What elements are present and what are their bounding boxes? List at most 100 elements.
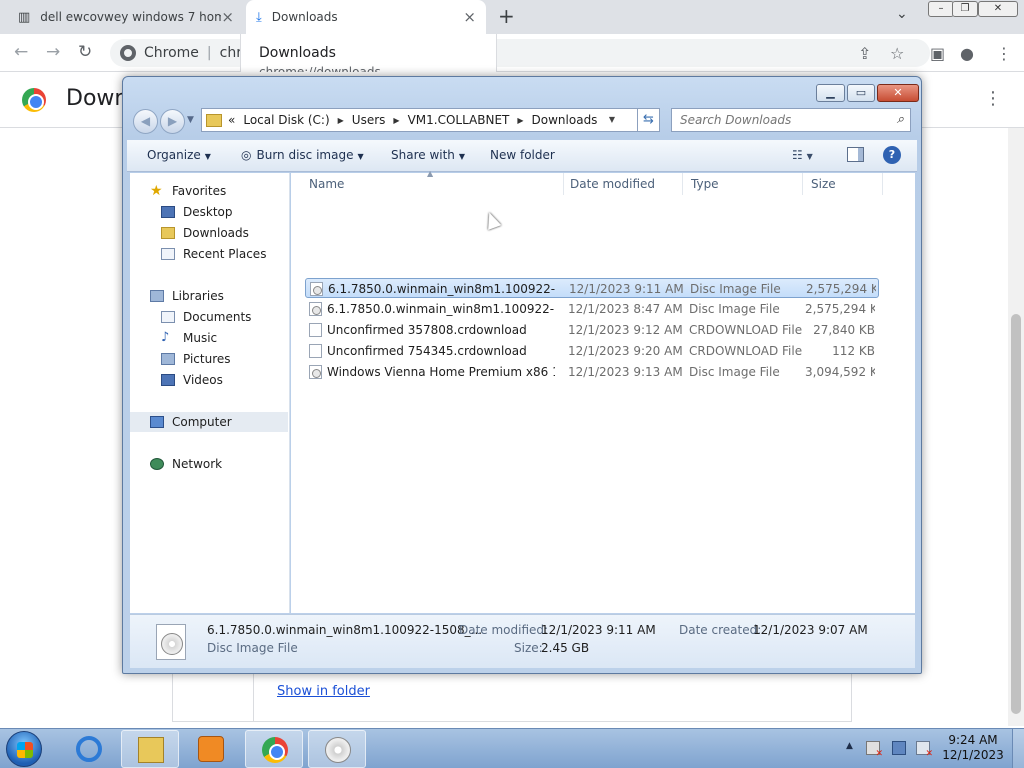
address-bar[interactable]: « Local Disk (C:) ▶ Users ▶ VM1.COLLABNE… [201, 108, 638, 132]
nav-label: Computer [172, 415, 232, 429]
suggestion-title: Downloads [259, 45, 336, 61]
file-row[interactable]: Unconfirmed 357808.crdownload 12/1/2023 … [305, 320, 879, 340]
file-row[interactable]: Unconfirmed 754345.crdownload 12/1/2023 … [305, 341, 879, 361]
restore-button[interactable]: ❐ [952, 1, 978, 17]
taskbar-media-player[interactable] [182, 730, 240, 768]
new-tab-button[interactable]: + [498, 4, 515, 28]
column-type[interactable]: Type [683, 173, 803, 195]
file-size: 27,840 KB [813, 323, 875, 337]
chevron-right-icon[interactable]: ▶ [393, 116, 399, 125]
nav-computer[interactable]: Computer [130, 412, 288, 432]
breadcrumb-downloads[interactable]: Downloads [532, 113, 598, 127]
side-panel-icon[interactable]: ▣ [930, 44, 945, 63]
file-size: 3,094,592 KB [805, 365, 875, 379]
chevron-right-icon[interactable]: ▶ [517, 116, 523, 125]
scrollbar-thumb[interactable] [1011, 314, 1021, 714]
details-size-label: Size: [514, 641, 543, 655]
back-arrow-icon[interactable]: ◀ [133, 109, 158, 134]
change-view-button[interactable]: ☷ ▼ [792, 148, 813, 162]
maximize-button[interactable]: ▭ [847, 84, 875, 102]
nav-downloads[interactable]: Downloads [130, 223, 288, 243]
nav-recent-places[interactable]: Recent Places [130, 244, 288, 264]
nav-videos[interactable]: Videos [130, 370, 288, 390]
close-button[interactable]: ✕ [877, 84, 919, 102]
share-icon[interactable]: ⇪ [858, 44, 871, 63]
file-size: 2,575,294 KB [805, 302, 875, 316]
forward-arrow-icon[interactable]: → [46, 42, 60, 62]
burn-disc-image-button[interactable]: ◎ Burn disc image ▼ [241, 148, 364, 162]
help-icon[interactable]: ? [883, 146, 901, 164]
taskbar-chrome[interactable] [245, 730, 303, 768]
file-row[interactable]: Windows Vienna Home Premium x86 18.... 1… [305, 362, 879, 382]
page-scrollbar[interactable] [1008, 128, 1024, 726]
nav-libraries[interactable]: Libraries [130, 286, 288, 306]
show-hidden-icons-icon[interactable]: ▲ [846, 741, 853, 751]
close-tab-icon[interactable]: × [221, 8, 234, 26]
more-icon[interactable]: ⋮ [984, 88, 1002, 109]
breadcrumb-overflow[interactable]: « [228, 113, 235, 127]
chevron-down-icon[interactable]: ⌄ [896, 6, 908, 22]
chevron-right-icon[interactable]: ▶ [338, 116, 344, 125]
breadcrumb-user[interactable]: VM1.COLLABNET [408, 113, 510, 127]
search-icon[interactable]: ⌕ [897, 112, 904, 127]
close-tab-icon[interactable]: × [463, 8, 476, 26]
breadcrumb-users[interactable]: Users [352, 113, 386, 127]
file-row[interactable]: 6.1.7850.0.winmain_win8m1.100922-1508...… [305, 299, 879, 319]
file-size: 112 KB [832, 344, 875, 358]
chevron-down-icon[interactable]: ▼ [187, 115, 194, 125]
nav-network[interactable]: Network [130, 454, 288, 474]
minimize-button[interactable]: – [928, 1, 954, 17]
column-name[interactable]: Name [301, 173, 564, 195]
forward-arrow-icon[interactable]: ▶ [160, 109, 185, 134]
menu-icon[interactable]: ⋮ [996, 44, 1012, 63]
show-desktop-button[interactable] [1012, 729, 1024, 768]
nav-desktop[interactable]: Desktop [130, 202, 288, 222]
details-file-type: Disc Image File [207, 641, 298, 655]
network-status-icon[interactable] [892, 741, 906, 755]
recent-places-icon [161, 248, 175, 260]
share-with-button[interactable]: Share with ▼ [391, 148, 465, 162]
nav-documents[interactable]: Documents [130, 307, 288, 327]
details-created-value: 12/1/2023 9:07 AM [753, 623, 868, 637]
profile-icon[interactable]: ● [960, 44, 974, 63]
breadcrumb-local-disk[interactable]: Local Disk (C:) [243, 113, 329, 127]
chevron-down-icon[interactable]: ▼ [609, 115, 615, 124]
column-date-modified[interactable]: Date modified [562, 173, 683, 195]
nav-favorites[interactable]: ★ Favorites [130, 181, 288, 201]
tab-downloads[interactable]: ⤓ Downloads × [246, 0, 486, 34]
column-size[interactable]: Size [803, 173, 883, 195]
reload-icon[interactable]: ↻ [78, 42, 92, 62]
minimize-button[interactable]: ▁ [816, 84, 845, 102]
search-input[interactable] [680, 113, 880, 127]
clock[interactable]: 9:24 AM 12/1/2023 [940, 733, 1006, 763]
command-bar: Organize ▼ ◎ Burn disc image ▼ Share with ▼ … [127, 140, 917, 172]
search-box[interactable]: ⌕ [671, 108, 911, 132]
details-size-value: 2.45 GB [541, 641, 590, 655]
taskbar-windows-explorer[interactable] [121, 730, 179, 768]
close-button[interactable]: ✕ [978, 1, 1018, 17]
computer-icon [150, 416, 164, 428]
card-divider [253, 670, 254, 722]
details-modified-label: Date modified: [459, 623, 549, 637]
refresh-icon[interactable]: ⇆ [638, 108, 660, 132]
details-pane: 6.1.7850.0.winmain_win8m1.100922-1508_..… [130, 614, 915, 668]
volume-muted-icon[interactable] [916, 741, 933, 759]
show-in-folder-link[interactable]: Show in folder [277, 684, 370, 699]
action-center-icon[interactable] [866, 741, 883, 759]
taskbar-disc-image[interactable] [308, 730, 366, 768]
view-icon: ☷ [792, 148, 803, 162]
start-button[interactable] [6, 731, 42, 767]
new-folder-button[interactable]: New folder [490, 148, 555, 162]
tab-search-results[interactable]: ▥ dell ewcovwey windows 7 home × [8, 0, 244, 34]
chrome-toolbar: ← → ↻ Chrome | chrom ⇪ ☆ ▣ ● ⋮ [0, 34, 1024, 72]
nav-pictures[interactable]: Pictures [130, 349, 288, 369]
back-arrow-icon[interactable]: ← [14, 42, 28, 62]
omnibox[interactable]: Chrome | chrom [110, 39, 930, 67]
taskbar-internet-explorer[interactable] [60, 730, 118, 768]
file-row[interactable]: 6.1.7850.0.winmain_win8m1.100922-1508...… [305, 278, 879, 298]
organize-button[interactable]: Organize ▼ [147, 148, 211, 162]
star-icon[interactable]: ☆ [890, 44, 904, 63]
nav-music[interactable]: ♪ Music [130, 328, 288, 348]
download-icon: ⤓ [256, 9, 262, 25]
preview-pane-icon[interactable] [847, 147, 864, 162]
